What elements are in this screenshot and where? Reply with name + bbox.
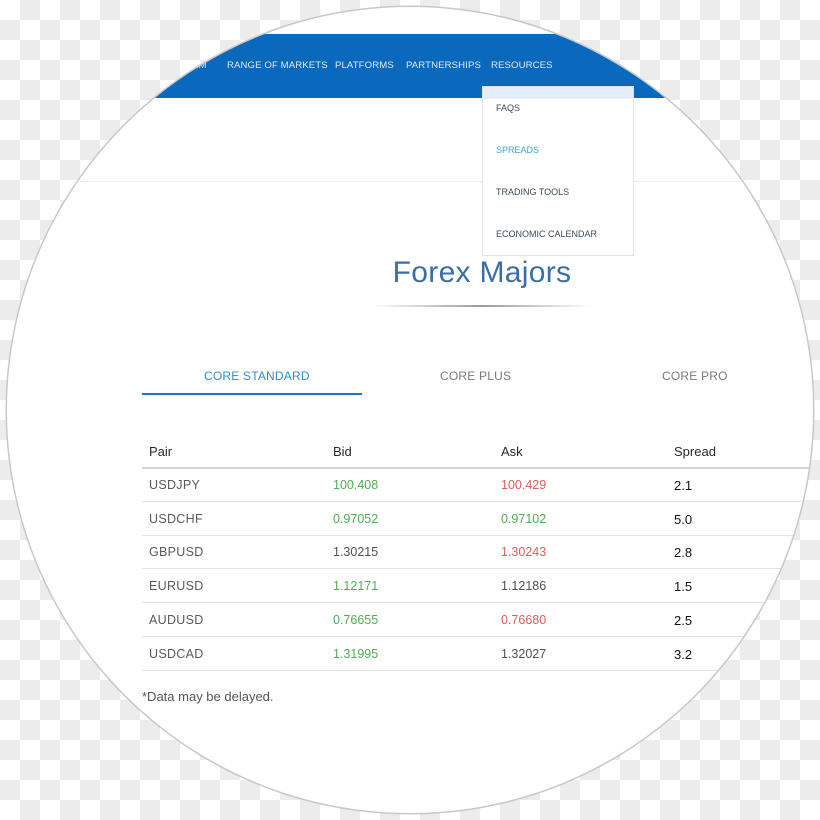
pair-cell: EURUSD	[149, 579, 204, 593]
dropdown-item-economic-calendar[interactable]: ECONOMIC CALENDAR	[496, 229, 597, 239]
data-delay-footnote: *Data may be delayed.	[142, 689, 274, 704]
pair-cell: USDJPY	[149, 478, 201, 492]
column-header-spread: Spread	[674, 444, 716, 459]
column-header-pair: Pair	[149, 444, 173, 459]
row-divider	[142, 670, 813, 671]
ask-cell: 0.97102	[501, 512, 547, 526]
active-tab-indicator	[142, 393, 362, 395]
spread-cell: 1.5	[674, 579, 693, 594]
pair-cell: GBPUSD	[149, 545, 204, 559]
bid-cell: 1.12171	[333, 579, 379, 593]
row-divider	[142, 501, 813, 502]
ask-cell: 1.30243	[501, 545, 547, 559]
column-header-bid: Bid	[333, 444, 352, 459]
ask-cell: 100.429	[501, 478, 547, 492]
bid-cell: 1.31995	[333, 647, 379, 661]
ask-cell: 1.32027	[501, 647, 547, 661]
nav-item-resources[interactable]: RESOURCES	[491, 60, 553, 74]
nav-item-platforms[interactable]: PLATFORMS	[335, 60, 394, 74]
bid-cell: 100.408	[333, 478, 379, 492]
row-divider	[142, 568, 813, 569]
spread-cell: 5.0	[674, 512, 693, 527]
bid-cell: 1.30215	[333, 545, 379, 559]
header-divider	[7, 181, 813, 182]
tab-core-plus[interactable]: CORE PLUS	[440, 369, 511, 383]
row-divider	[142, 535, 813, 536]
nav-item-range-of-markets[interactable]: RANGE OF MARKETS	[227, 60, 328, 74]
row-divider	[142, 636, 813, 637]
web-page: EM RANGE OF MARKETS PLATFORMS PARTNERSHI…	[7, 7, 813, 813]
tab-core-pro[interactable]: CORE PRO	[662, 369, 728, 383]
magnifier-lens: EM RANGE OF MARKETS PLATFORMS PARTNERSHI…	[7, 7, 813, 813]
ask-cell: 0.76680	[501, 613, 547, 627]
dropdown-item-trading-tools[interactable]: TRADING TOOLS	[496, 187, 569, 197]
dropdown-item-faqs[interactable]: FAQS	[496, 103, 520, 113]
bid-cell: 0.97052	[333, 512, 379, 526]
bid-cell: 0.76655	[333, 613, 379, 627]
pair-cell: USDCHF	[149, 512, 203, 526]
resources-dropdown-menu: FAQS SPREADS TRADING TOOLS ECONOMIC CALE…	[482, 86, 634, 256]
pair-cell: USDCAD	[149, 647, 204, 661]
spread-cell: 2.5	[674, 613, 693, 628]
page-title: Forex Majors	[392, 256, 572, 289]
nav-item-partnerships[interactable]: PARTNERSHIPS	[406, 60, 481, 74]
spread-cell: 2.8	[674, 545, 693, 560]
ask-cell: 1.12186	[501, 579, 547, 593]
header-rule	[142, 467, 813, 469]
dropdown-item-spreads[interactable]: SPREADS	[496, 145, 539, 155]
nav-item-truncated[interactable]: EM	[192, 60, 207, 74]
row-divider	[142, 602, 813, 603]
pair-cell: AUDUSD	[149, 613, 204, 627]
spread-cell: 3.2	[674, 647, 693, 662]
tab-core-standard[interactable]: CORE STANDARD	[204, 369, 310, 383]
spread-cell: 2.1	[674, 478, 693, 493]
title-underline	[372, 305, 592, 307]
dropdown-top-band	[483, 87, 633, 99]
column-header-ask: Ask	[501, 444, 523, 459]
